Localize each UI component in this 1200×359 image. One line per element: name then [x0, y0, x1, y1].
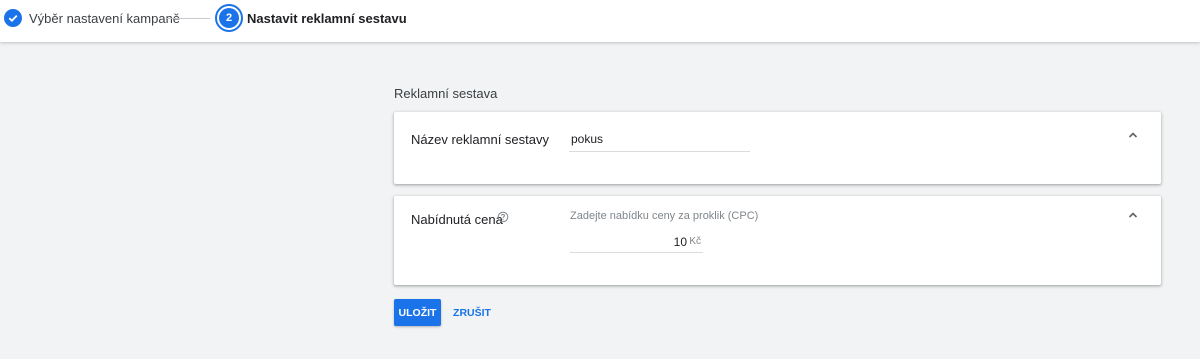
- help-icon[interactable]: [497, 210, 509, 223]
- ad-group-name-card: Název reklamní sestavy: [394, 112, 1161, 184]
- step-2-label: Nastavit reklamní sestavu: [247, 11, 407, 26]
- ad-group-name-input[interactable]: [569, 126, 750, 152]
- stepper: Výběr nastavení kampaně 2 Nastavit rekla…: [0, 0, 1200, 42]
- save-button[interactable]: ULOŽIT: [394, 299, 441, 326]
- bid-hint: Zadejte nabídku ceny za proklik (CPC): [570, 210, 759, 222]
- chevron-up-icon[interactable]: [1126, 208, 1140, 222]
- cancel-button[interactable]: ZRUŠIT: [449, 299, 495, 326]
- step-connector: [167, 18, 210, 19]
- check-icon: [4, 9, 22, 27]
- step-2-number: 2: [219, 8, 239, 28]
- bid-value: 10: [673, 235, 687, 249]
- bid-input[interactable]: 10 Kč: [570, 230, 703, 253]
- bid-card: Nabídnutá cena Zadejte nabídku ceny za p…: [394, 196, 1161, 285]
- ad-group-name-label: Název reklamní sestavy: [411, 132, 549, 147]
- currency-suffix: Kč: [689, 236, 701, 247]
- chevron-up-icon[interactable]: [1126, 128, 1140, 142]
- bid-label: Nabídnutá cena: [411, 212, 503, 227]
- section-title: Reklamní sestava: [394, 86, 498, 101]
- step-1-label[interactable]: Výběr nastavení kampaně: [29, 11, 180, 26]
- step-2-indicator: 2: [215, 4, 243, 32]
